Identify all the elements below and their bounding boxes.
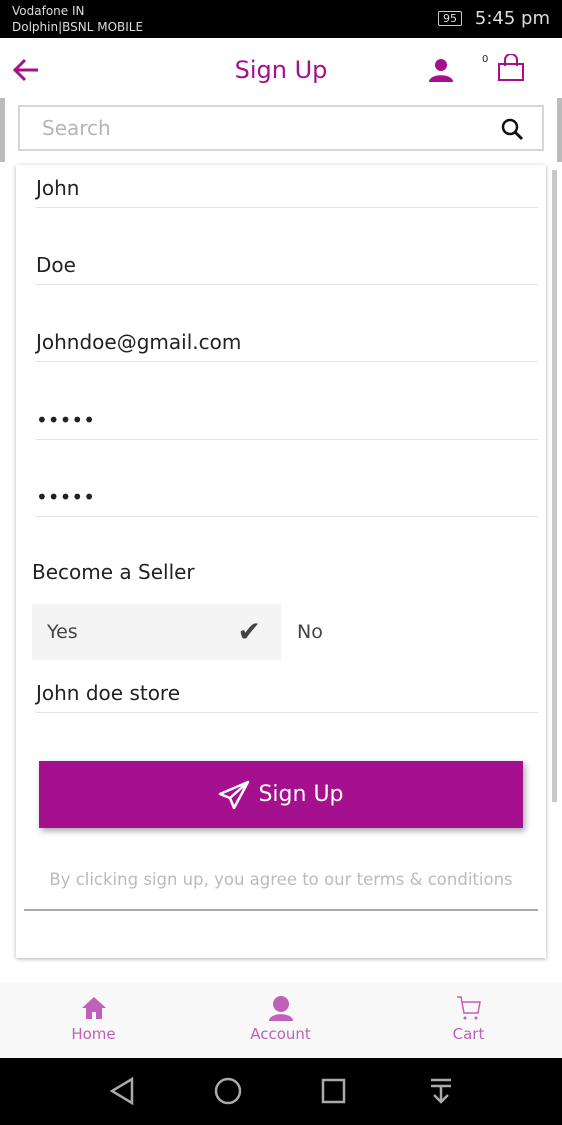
search-input[interactable] [42, 107, 502, 149]
account-icon [268, 996, 293, 1021]
bottom-nav: Home Account Cart [0, 983, 562, 1058]
clock: 5:45 pm [474, 8, 550, 29]
seller-yes-option[interactable]: Yes ✔ [32, 604, 281, 660]
sign-up-button[interactable]: Sign Up [39, 761, 523, 828]
shopping-bag-icon[interactable] [497, 54, 525, 82]
carrier-1: Vodafone IN [12, 4, 85, 18]
status-bar: Vodafone IN Dolphin|BSNL MOBILE 95 5:45 p… [0, 0, 562, 38]
system-home-icon[interactable] [213, 1076, 243, 1106]
divider [24, 909, 538, 911]
battery-indicator: 95 [438, 11, 462, 26]
cart-count: 0 [482, 54, 489, 65]
app-header: Sign Up 0 [0, 38, 562, 98]
scroll-edge-left [0, 98, 5, 162]
home-icon [81, 997, 106, 1019]
user-icon[interactable] [428, 58, 454, 82]
terms-text[interactable]: By clicking sign up, you agree to our te… [24, 870, 538, 889]
email-field[interactable]: Johndoe@gmail.com [36, 322, 538, 362]
store-name-field[interactable]: John doe store [36, 673, 538, 713]
nav-cart-label: Cart [452, 1025, 485, 1043]
carrier-2: Dolphin|BSNL MOBILE [12, 20, 144, 34]
nav-home-label: Home [71, 1025, 116, 1043]
system-nav-bar [0, 1058, 562, 1125]
nav-cart[interactable]: Cart [375, 983, 562, 1058]
first-name-field[interactable]: John [36, 168, 538, 208]
system-back-icon[interactable] [108, 1076, 136, 1106]
paper-plane-icon [219, 780, 250, 809]
seller-label: Become a Seller [32, 560, 195, 584]
search-icon[interactable] [500, 117, 524, 141]
checkmark-icon: ✔ [237, 615, 261, 648]
nav-account-label: Account [250, 1025, 311, 1043]
seller-no-option[interactable]: No [297, 604, 323, 660]
yes-label: Yes [47, 621, 78, 643]
scroll-edge-right [557, 98, 562, 162]
confirm-password-field[interactable]: ••••• [36, 477, 538, 517]
sign-up-label: Sign Up [258, 782, 344, 807]
last-name-field[interactable]: Doe [36, 245, 538, 285]
search-bar [18, 105, 544, 151]
cart-icon [456, 996, 481, 1020]
notification-pulldown-icon[interactable] [427, 1076, 455, 1106]
scrollbar[interactable] [552, 170, 557, 802]
system-recents-icon[interactable] [320, 1076, 348, 1106]
page-title: Sign Up [234, 56, 328, 84]
nav-home[interactable]: Home [0, 983, 187, 1058]
password-field[interactable]: ••••• [36, 400, 538, 440]
nav-account[interactable]: Account [187, 983, 374, 1058]
